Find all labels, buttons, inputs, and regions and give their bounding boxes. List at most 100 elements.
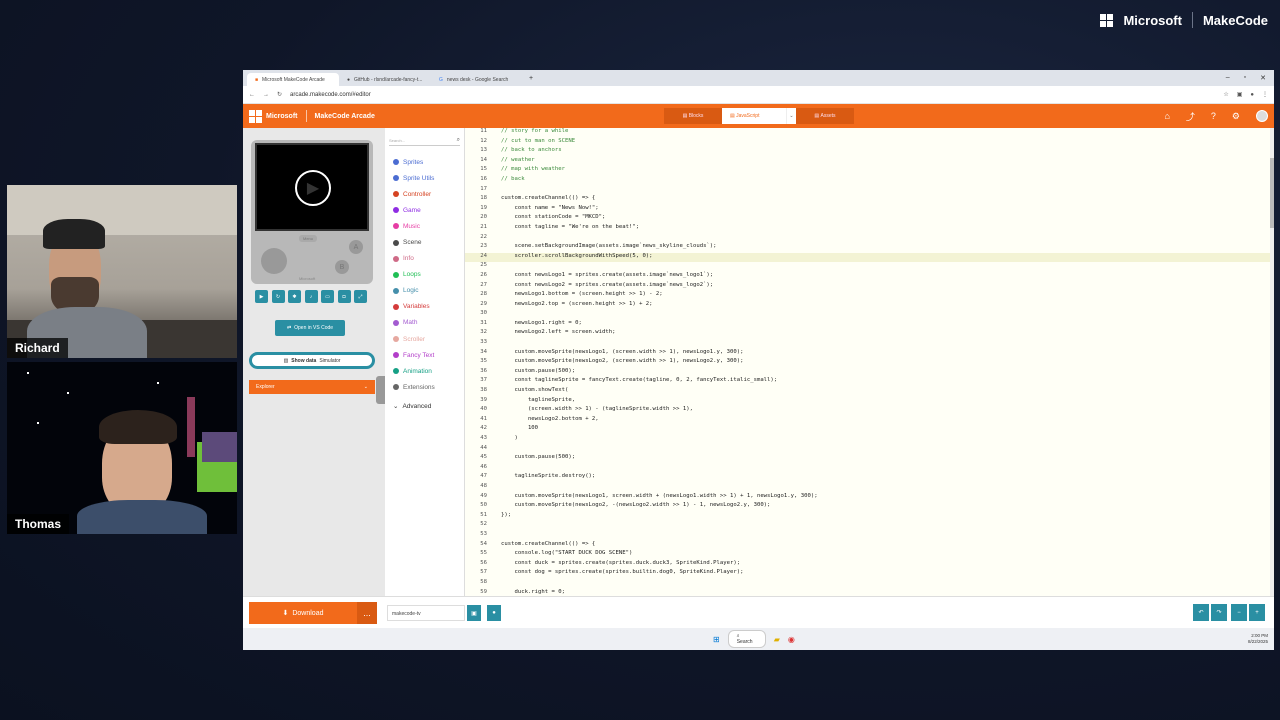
maximize-icon[interactable]: ▫ (1244, 74, 1246, 82)
github-icon[interactable]: ● (487, 605, 501, 621)
show-data-button[interactable]: ▥ Show data Simulator (249, 352, 375, 369)
code-line[interactable]: 11 // story for a while (465, 128, 1274, 138)
chrome-icon[interactable]: ◉ (788, 635, 795, 644)
toolbox-category[interactable]: Sprites (385, 154, 464, 170)
code-line[interactable]: 40 (screen.width >> 1) - (taglineSprite.… (465, 406, 1274, 416)
toolbox-category[interactable]: Extensions (385, 379, 464, 395)
settings-icon[interactable]: ⚙ (1232, 111, 1240, 122)
collapse-simulator-handle[interactable] (376, 376, 385, 404)
bookmark-icon[interactable]: ☆ (1223, 91, 1228, 98)
code-line[interactable]: 50 custom.moveSprite(newsLogo2, -(newsLo… (465, 502, 1274, 512)
taskbar-search[interactable]: ⌕ Search (727, 630, 766, 648)
toolbox-advanced[interactable]: ⌄ Advanced (385, 398, 464, 414)
code-line[interactable]: 18 custom.createChannel(() => { (465, 195, 1274, 205)
help-icon[interactable]: ? (1211, 111, 1216, 121)
code-line[interactable]: 38 custom.showText( (465, 387, 1274, 397)
toolbox-category[interactable]: Math (385, 315, 464, 331)
toolbox-category[interactable]: Variables (385, 299, 464, 315)
code-editor[interactable]: 11 // story for a while 12 // cut to man on… (465, 128, 1274, 596)
code-line[interactable]: 15 // map with weather (465, 166, 1274, 176)
browser-tab[interactable]: Gnews desk - Google Search (431, 73, 523, 86)
code-line[interactable]: 43 ) (465, 435, 1274, 445)
code-line[interactable]: 16 // back (465, 176, 1274, 186)
restart-icon[interactable]: ↻ (271, 290, 285, 303)
keyboard-icon[interactable]: ▭ (321, 290, 334, 303)
code-line[interactable]: 39 taglineSprite, (465, 397, 1274, 407)
code-line[interactable]: 32 newsLogo2.left = screen.width; (465, 329, 1274, 339)
code-line[interactable]: 13 // back to anchors (465, 147, 1274, 157)
taskbar-clock[interactable]: 2:00 PM 8/22/2025 (1248, 633, 1268, 645)
windows-start-icon[interactable]: ⊞ (713, 635, 720, 644)
code-line[interactable]: 21 const tagline = "We're on the beat!"; (465, 224, 1274, 234)
toolbox-category[interactable]: Animation (385, 363, 464, 379)
fullscreen-icon[interactable]: ⤢ (354, 290, 367, 303)
code-line[interactable]: 30 (465, 310, 1274, 320)
code-line[interactable]: 34 custom.moveSprite(newsLogo1, (screen.… (465, 349, 1274, 359)
code-line[interactable]: 26 const newsLogo1 = sprites.create(asse… (465, 272, 1274, 282)
code-line[interactable]: 45 custom.pause(500); (465, 454, 1274, 464)
toolbox-category[interactable]: Info (385, 251, 464, 267)
blocks-mode-button[interactable]: ▤ Blocks (664, 108, 722, 124)
more-button[interactable]: ... (357, 602, 377, 624)
code-line[interactable]: 46 (465, 464, 1274, 474)
code-line[interactable]: 28 newsLogo1.bottom = (screen.height >> … (465, 291, 1274, 301)
code-line[interactable]: 53 (465, 531, 1274, 541)
save-icon[interactable]: ▣ (467, 605, 481, 621)
app-title[interactable]: MakeCode Arcade (315, 113, 375, 120)
redo-icon[interactable]: ↷ (1211, 604, 1227, 621)
browser-tab[interactable]: ■ Microsoft MakeCode Arcade (247, 73, 339, 86)
avatar[interactable] (1256, 110, 1268, 122)
play-icon[interactable]: ▶ (255, 290, 268, 303)
microsoft-brand[interactable]: Microsoft (249, 109, 298, 123)
code-line[interactable]: 49 custom.moveSprite(newsLogo1, screen.w… (465, 493, 1274, 503)
code-line[interactable]: 14 // weather (465, 157, 1274, 167)
browser-tab[interactable]: ● GitHub - rlsnd/arcade-fancy-t... (339, 73, 431, 86)
code-line[interactable]: 55 console.log("START DUCK DOG SCENE") (465, 550, 1274, 560)
toolbox-category[interactable]: Loops (385, 267, 464, 283)
toolbox-category[interactable]: Logic (385, 283, 464, 299)
code-line[interactable]: 56 const duck = sprites.create(sprites.d… (465, 560, 1274, 570)
file-explorer-icon[interactable]: ▰ (774, 635, 780, 644)
code-line[interactable]: 54 custom.createChannel(() => { (465, 541, 1274, 551)
mute-icon[interactable]: ♪ (304, 290, 318, 303)
code-line[interactable]: 20 const stationCode = "MKCD"; (465, 214, 1274, 224)
forward-icon[interactable]: → (263, 92, 269, 98)
toolbox-category[interactable]: Controller (385, 186, 464, 202)
a-button[interactable]: A (349, 240, 363, 254)
code-line[interactable]: 23 scene.setBackgroundImage(assets.image… (465, 243, 1274, 253)
undo-icon[interactable]: ↶ (1193, 604, 1209, 621)
back-icon[interactable]: ← (249, 92, 255, 98)
toolbox-category[interactable]: Game (385, 202, 464, 218)
code-line[interactable]: 44 (465, 445, 1274, 455)
extensions-icon[interactable]: ▣ (1237, 91, 1243, 98)
code-line[interactable]: 22 (465, 234, 1274, 244)
home-icon[interactable]: ⌂ (1164, 111, 1169, 121)
code-line[interactable]: 37 const taglineSprite = fancyText.creat… (465, 377, 1274, 387)
code-line[interactable]: 59 duck.right = 0; (465, 589, 1274, 597)
code-line[interactable]: 17 (465, 186, 1274, 196)
code-line[interactable]: 29 newsLogo2.top = (screen.height >> 1) … (465, 301, 1274, 311)
zoom-in-icon[interactable]: + (1249, 604, 1265, 621)
dpad[interactable] (261, 248, 287, 274)
project-name-input[interactable]: makecode-tv (387, 605, 465, 621)
download-button[interactable]: ⬇ Download (249, 602, 357, 624)
javascript-mode-button[interactable]: ▤ JavaScript (722, 108, 786, 124)
code-line[interactable]: 42 100 (465, 425, 1274, 435)
code-line[interactable]: 36 custom.pause(500); (465, 368, 1274, 378)
minimize-icon[interactable]: – (1226, 74, 1230, 82)
code-line[interactable]: 48 (465, 483, 1274, 493)
code-line[interactable]: 25 (465, 262, 1274, 272)
code-line[interactable]: 58 (465, 579, 1274, 589)
close-icon[interactable]: ✕ (1260, 74, 1266, 82)
open-vscode-button[interactable]: ⇄ Open in VS Code (275, 320, 345, 336)
b-button[interactable]: B (335, 260, 349, 274)
explorer-toggle[interactable]: Explorer ⌄ (249, 380, 375, 394)
code-line[interactable]: 35 custom.moveSprite(newsLogo2, (screen.… (465, 358, 1274, 368)
reload-icon[interactable]: ↻ (277, 91, 282, 98)
toolbox-category[interactable]: Fancy Text (385, 347, 464, 363)
code-line[interactable]: 47 taglineSprite.destroy(); (465, 473, 1274, 483)
zoom-out-icon[interactable]: − (1231, 604, 1247, 621)
code-line[interactable]: 33 (465, 339, 1274, 349)
code-line[interactable]: 51}); (465, 512, 1274, 522)
code-line[interactable]: 12 // cut to man on SCENE (465, 138, 1274, 148)
